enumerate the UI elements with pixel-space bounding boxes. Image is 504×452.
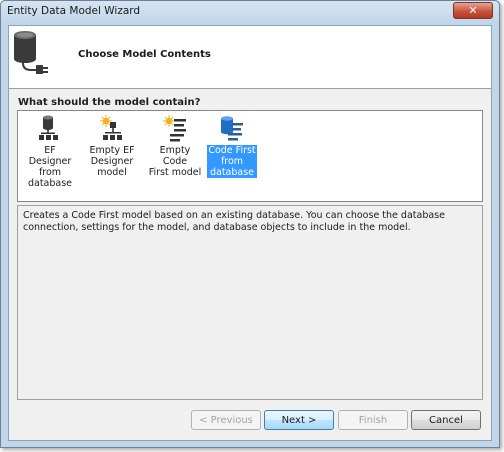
close-icon: ✕ bbox=[468, 4, 478, 17]
model-contents-list[interactable]: EF Designer from database Empty EF Desig… bbox=[17, 110, 483, 202]
option-label: Empty Code First model bbox=[148, 145, 202, 178]
database-plug-icon bbox=[14, 31, 48, 74]
cancel-button-label: Cancel bbox=[429, 414, 463, 426]
finish-button[interactable]: Finish bbox=[338, 410, 408, 430]
previous-button-label: < Previous bbox=[199, 414, 253, 426]
title-bar[interactable]: Entity Data Model Wizard ✕ bbox=[1, 1, 499, 23]
close-button[interactable]: ✕ bbox=[453, 2, 493, 19]
empty-hierarchy-icon bbox=[100, 115, 122, 140]
empty-code-icon bbox=[163, 115, 186, 142]
option-empty-code-first-model[interactable]: Empty Code First model bbox=[147, 115, 203, 199]
option-empty-ef-designer-model[interactable]: Empty EF Designer model bbox=[84, 115, 140, 199]
db-hierarchy-icon bbox=[39, 115, 58, 140]
window-title: Entity Data Model Wizard bbox=[7, 5, 141, 17]
option-description: Creates a Code First model based on an e… bbox=[17, 205, 483, 400]
wizard-body: Choose Model Contents What should the mo… bbox=[8, 25, 492, 441]
wizard-header: Choose Model Contents bbox=[9, 26, 491, 89]
option-ef-designer-from-database[interactable]: EF Designer from database bbox=[22, 115, 78, 199]
option-label: Code First from database bbox=[207, 145, 257, 178]
next-button-label: Next > bbox=[281, 414, 317, 426]
description-text: Creates a Code First model based on an e… bbox=[23, 210, 445, 233]
question-label: What should the model contain? bbox=[18, 97, 201, 108]
wizard-window: Entity Data Model Wizard ✕ Choose Model … bbox=[0, 0, 500, 448]
option-label: Empty EF Designer model bbox=[89, 145, 135, 178]
next-button[interactable]: Next > bbox=[264, 410, 334, 430]
option-label: EF Designer from database bbox=[27, 145, 73, 189]
cancel-button[interactable]: Cancel bbox=[411, 410, 481, 430]
finish-button-label: Finish bbox=[358, 414, 388, 426]
page-title: Choose Model Contents bbox=[78, 49, 211, 60]
previous-button[interactable]: < Previous bbox=[191, 410, 261, 430]
db-code-icon bbox=[221, 116, 243, 141]
option-code-first-from-database[interactable]: Code First from database bbox=[204, 115, 260, 199]
